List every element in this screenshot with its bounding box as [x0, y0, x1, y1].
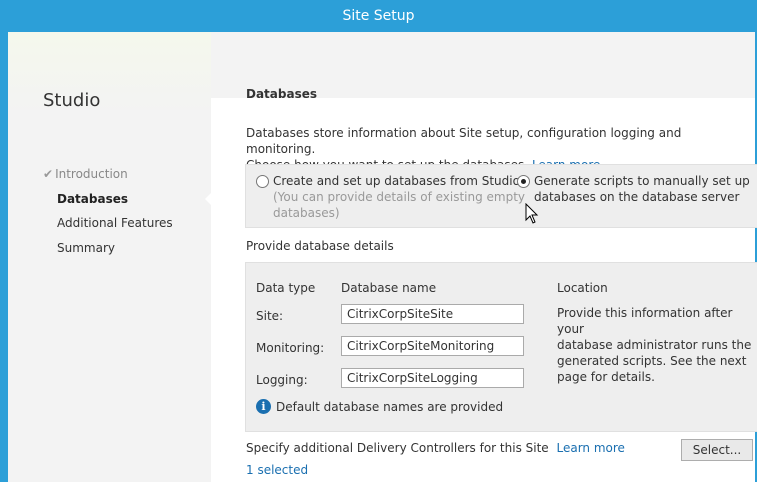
database-details-panel: Data type Database name Location Site: M… — [245, 262, 757, 432]
option-generate-line-1: Generate scripts to manually set up — [534, 174, 750, 188]
option-create-label[interactable]: Create and set up databases from Studio … — [273, 173, 525, 221]
radio-generate-scripts[interactable] — [517, 175, 530, 188]
window-frame-left — [0, 32, 8, 482]
site-label: Site: — [256, 309, 284, 323]
checkmark-icon: ✔ — [43, 167, 54, 181]
app-name: Studio — [43, 90, 101, 111]
site-db-name-input[interactable] — [341, 304, 524, 324]
column-database-name: Database name — [341, 281, 437, 295]
option-generate-label[interactable]: Generate scripts to manually set up data… — [534, 173, 750, 205]
option-create-sub-1: (You can provide details of existing emp… — [273, 190, 526, 204]
option-generate-line-2: databases on the database server — [534, 190, 740, 204]
location-line-4: page for details. — [557, 370, 655, 384]
monitoring-db-name-input[interactable] — [341, 336, 524, 356]
wizard-content: Databases Databases store information ab… — [211, 32, 757, 482]
intro-line-1: Databases store information about Site s… — [246, 126, 682, 156]
logging-db-name-input[interactable] — [341, 368, 524, 388]
wizard-sidebar: Studio ✔ Introduction Databases Additiona… — [8, 32, 211, 482]
selected-controllers-link[interactable]: 1 selected — [246, 463, 308, 477]
select-button[interactable]: Select... — [681, 439, 753, 461]
option-create-sub-2: databases) — [273, 206, 340, 220]
location-line-2: database administrator runs the — [557, 338, 752, 352]
page-title: Databases — [246, 87, 318, 101]
nav-item-label: Introduction — [55, 167, 128, 181]
location-line-3: generated scripts. See the next — [557, 354, 747, 368]
radio-create-databases[interactable] — [256, 175, 269, 188]
column-data-type: Data type — [256, 281, 316, 295]
nav-item-introduction[interactable]: ✔ Introduction — [43, 167, 128, 181]
column-location: Location — [557, 281, 608, 295]
window-title-bar: Site Setup — [0, 0, 757, 32]
mouse-pointer-icon — [525, 203, 539, 224]
window-title: Site Setup — [342, 8, 415, 24]
nav-item-databases[interactable]: Databases — [57, 192, 128, 206]
content-header: Databases — [211, 32, 755, 101]
info-icon: i — [256, 399, 271, 414]
nav-item-additional-features[interactable]: Additional Features — [57, 216, 173, 230]
setup-options: Create and set up databases from Studio … — [245, 164, 757, 228]
section-label-database-details: Provide database details — [246, 239, 394, 253]
default-names-note: Default database names are provided — [276, 400, 504, 414]
location-description: Provide this information after your data… — [557, 305, 757, 385]
monitoring-label: Monitoring: — [256, 341, 325, 355]
controllers-label: Specify additional Delivery Controllers … — [246, 441, 549, 455]
logging-label: Logging: — [256, 373, 308, 387]
location-line-1: Provide this information after your — [557, 306, 733, 336]
controllers-learn-more-link[interactable]: Learn more — [557, 441, 625, 455]
nav-item-summary[interactable]: Summary — [57, 241, 115, 255]
option-create-title: Create and set up databases from Studio — [273, 174, 520, 188]
controllers-label-row: Specify additional Delivery Controllers … — [246, 441, 625, 455]
